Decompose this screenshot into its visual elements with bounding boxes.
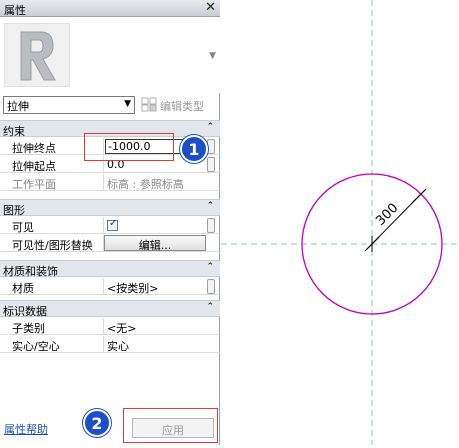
material-value[interactable]: <按类别>	[103, 278, 206, 295]
visible-checkbox[interactable]	[107, 218, 118, 231]
row-scrollbar[interactable]	[207, 139, 215, 154]
highlight-box-extrusion-end	[84, 133, 174, 161]
type-selector-row: 拉伸 ▼ 编辑类型	[0, 93, 220, 117]
row-material: 材质 <按类别>	[0, 278, 220, 295]
property-label: 子类别	[12, 322, 45, 335]
edit-type-label: 编辑类型	[160, 100, 204, 113]
property-label: 可见	[12, 221, 34, 234]
section-title: 材质和装饰	[3, 265, 58, 278]
type-preview: ▼	[0, 17, 220, 93]
sketch-view: 300	[221, 0, 459, 445]
edit-type-icon	[141, 97, 157, 112]
property-label: 工作平面	[12, 178, 56, 191]
section-title: 约束	[3, 125, 25, 138]
callout-badge-1: 1	[180, 135, 208, 163]
property-label: 可见性/图形替换	[12, 239, 93, 252]
row-visibility-override: 可见性/图形替换 编辑...	[0, 235, 220, 252]
collapse-icon[interactable]: ⌃	[206, 201, 214, 211]
section-identity-data[interactable]: 标识数据 ⌃	[0, 300, 220, 318]
properties-help-link[interactable]: 属性帮助	[4, 421, 48, 437]
properties-panel: 属性 ✕ ▼ 拉伸 ▼ 编辑类型 约束 ⌃ 拉伸终点 -1000.0 拉伸起点 …	[0, 0, 220, 445]
section-title: 标识数据	[3, 305, 47, 318]
work-plane-value: 标高 : 参照标高	[103, 174, 206, 191]
edit-visibility-button[interactable]: 编辑...	[104, 235, 206, 252]
radius-dimension-label: 300	[373, 201, 401, 229]
highlight-box-apply	[123, 408, 218, 443]
collapse-icon[interactable]: ⌃	[206, 302, 214, 312]
subcategory-value[interactable]: <无>	[103, 318, 206, 335]
chevron-down-icon: ▼	[124, 99, 131, 109]
row-visible: 可见	[0, 217, 220, 234]
collapse-icon[interactable]: ⌃	[206, 122, 214, 132]
section-title: 图形	[3, 204, 25, 217]
family-thumbnail	[4, 23, 70, 87]
properties-titlebar: 属性 ✕	[0, 0, 220, 17]
drawing-canvas[interactable]: 300	[221, 0, 459, 445]
end-tick	[411, 188, 427, 204]
chevron-down-icon[interactable]: ▼	[209, 51, 216, 61]
row-work-plane: 工作平面 标高 : 参照标高	[0, 174, 220, 191]
type-selector-value: 拉伸	[7, 100, 29, 113]
solid-void-value[interactable]: 实心	[103, 336, 206, 353]
property-label: 材质	[12, 282, 34, 295]
close-icon[interactable]: ✕	[205, 0, 216, 15]
row-scrollbar[interactable]	[207, 218, 215, 233]
callout-badge-2: 2	[83, 409, 111, 437]
edit-type-button[interactable]: 编辑类型	[141, 96, 219, 114]
row-solid-void: 实心/空心 实心	[0, 336, 220, 353]
property-label: 实心/空心	[12, 340, 60, 353]
property-value: 编辑...	[103, 235, 206, 252]
collapse-icon[interactable]: ⌃	[206, 262, 214, 272]
row-subcategory: 子类别 <无>	[0, 318, 220, 335]
row-scrollbar[interactable]	[207, 157, 215, 172]
section-materials[interactable]: 材质和装饰 ⌃	[0, 260, 220, 278]
section-graphics[interactable]: 图形 ⌃	[0, 199, 220, 217]
panel-title: 属性	[4, 4, 26, 17]
revit-logo-icon	[20, 31, 56, 81]
row-scrollbar[interactable]	[207, 279, 215, 294]
type-selector-dropdown[interactable]: 拉伸 ▼	[3, 96, 135, 114]
property-value	[103, 217, 206, 234]
